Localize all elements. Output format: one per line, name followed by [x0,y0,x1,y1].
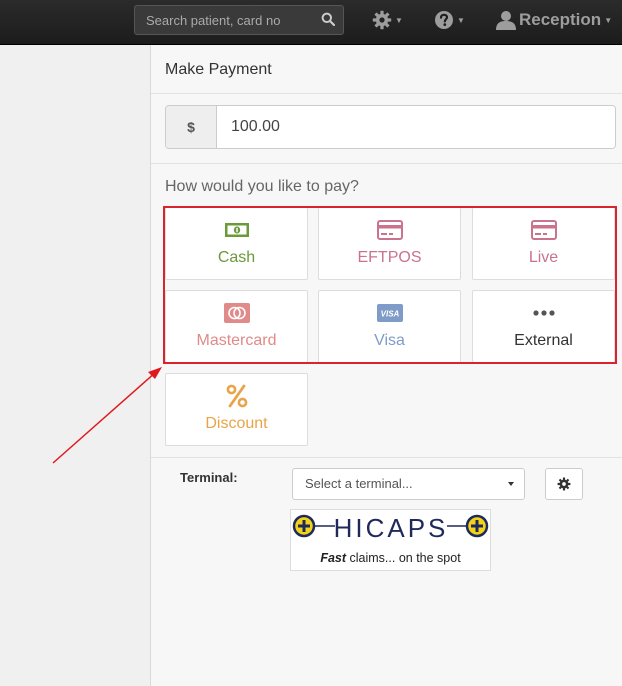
page-title: Make Payment [165,61,272,78]
card-icon [530,220,557,240]
pay-mastercard-button[interactable]: Mastercard [165,290,308,363]
settings-menu[interactable]: ▼ [372,6,403,34]
search-box[interactable] [134,5,344,35]
user-menu[interactable]: Reception ▼ [496,6,612,34]
divider [151,163,622,164]
user-name: Reception [519,10,602,29]
pay-visa-label: Visa [374,332,405,349]
payment-method-question: How would you like to pay? [165,178,359,195]
search-input[interactable] [135,6,313,34]
pay-external-label: External [514,332,573,349]
question-icon [435,11,453,29]
terminal-settings-button[interactable] [545,468,583,500]
pay-visa-button[interactable]: VISA Visa [318,290,461,363]
help-menu[interactable]: ▼ [434,6,465,34]
percent-icon [226,384,247,408]
pay-external-button[interactable]: External [472,290,615,363]
chevron-down-icon: ▼ [457,15,465,25]
hicaps-logo: HICAPS [292,513,489,543]
pay-cash-label: Cash [217,249,256,266]
mastercard-icon [223,303,250,323]
svg-text:VISA: VISA [380,310,399,319]
gear-icon [372,10,392,30]
pay-mastercard-label: Mastercard [196,332,277,349]
more-icon [532,310,555,316]
search-icon[interactable] [321,12,335,26]
pay-eftpos-button[interactable]: EFTPOS [318,207,461,280]
divider [151,93,622,94]
hicaps-brand: HICAPS [334,513,449,543]
amount-input[interactable] [217,106,615,148]
chevron-down-icon: ▼ [395,15,403,25]
pay-live-label: Live [528,249,559,266]
terminal-select-value: Select a terminal... [305,476,413,491]
user-icon [496,11,516,30]
visa-icon: VISA [376,304,403,322]
terminal-label: Terminal: [180,470,238,485]
pay-cash-button[interactable]: Cash [165,207,308,280]
hicaps-tagline-rest: claims... on the spot [346,551,461,565]
pay-discount-label: Discount [205,415,268,432]
terminal-select[interactable]: Select a terminal... [292,468,525,500]
caret-down-icon [508,482,514,486]
card-icon [376,220,403,240]
left-sidebar [0,45,151,686]
top-navbar: ▼ ▼ Reception ▼ [0,0,622,45]
gear-icon [557,477,571,491]
chevron-down-icon: ▼ [604,15,613,25]
hicaps-tagline: Fast claims... on the spot [291,551,490,565]
currency-addon: $ [166,106,217,148]
pay-eftpos-label: EFTPOS [357,249,422,266]
amount-input-group: $ [165,105,616,149]
payment-panel: Make Payment $ How would you like to pay… [151,45,622,686]
divider [151,457,622,458]
pay-discount-button[interactable]: Discount [165,373,308,446]
hicaps-logo-panel: HICAPS Fast claims... on the spot [290,509,491,571]
cash-icon [224,223,249,237]
hicaps-tagline-bold: Fast [320,551,347,565]
pay-live-button[interactable]: Live [472,207,615,280]
